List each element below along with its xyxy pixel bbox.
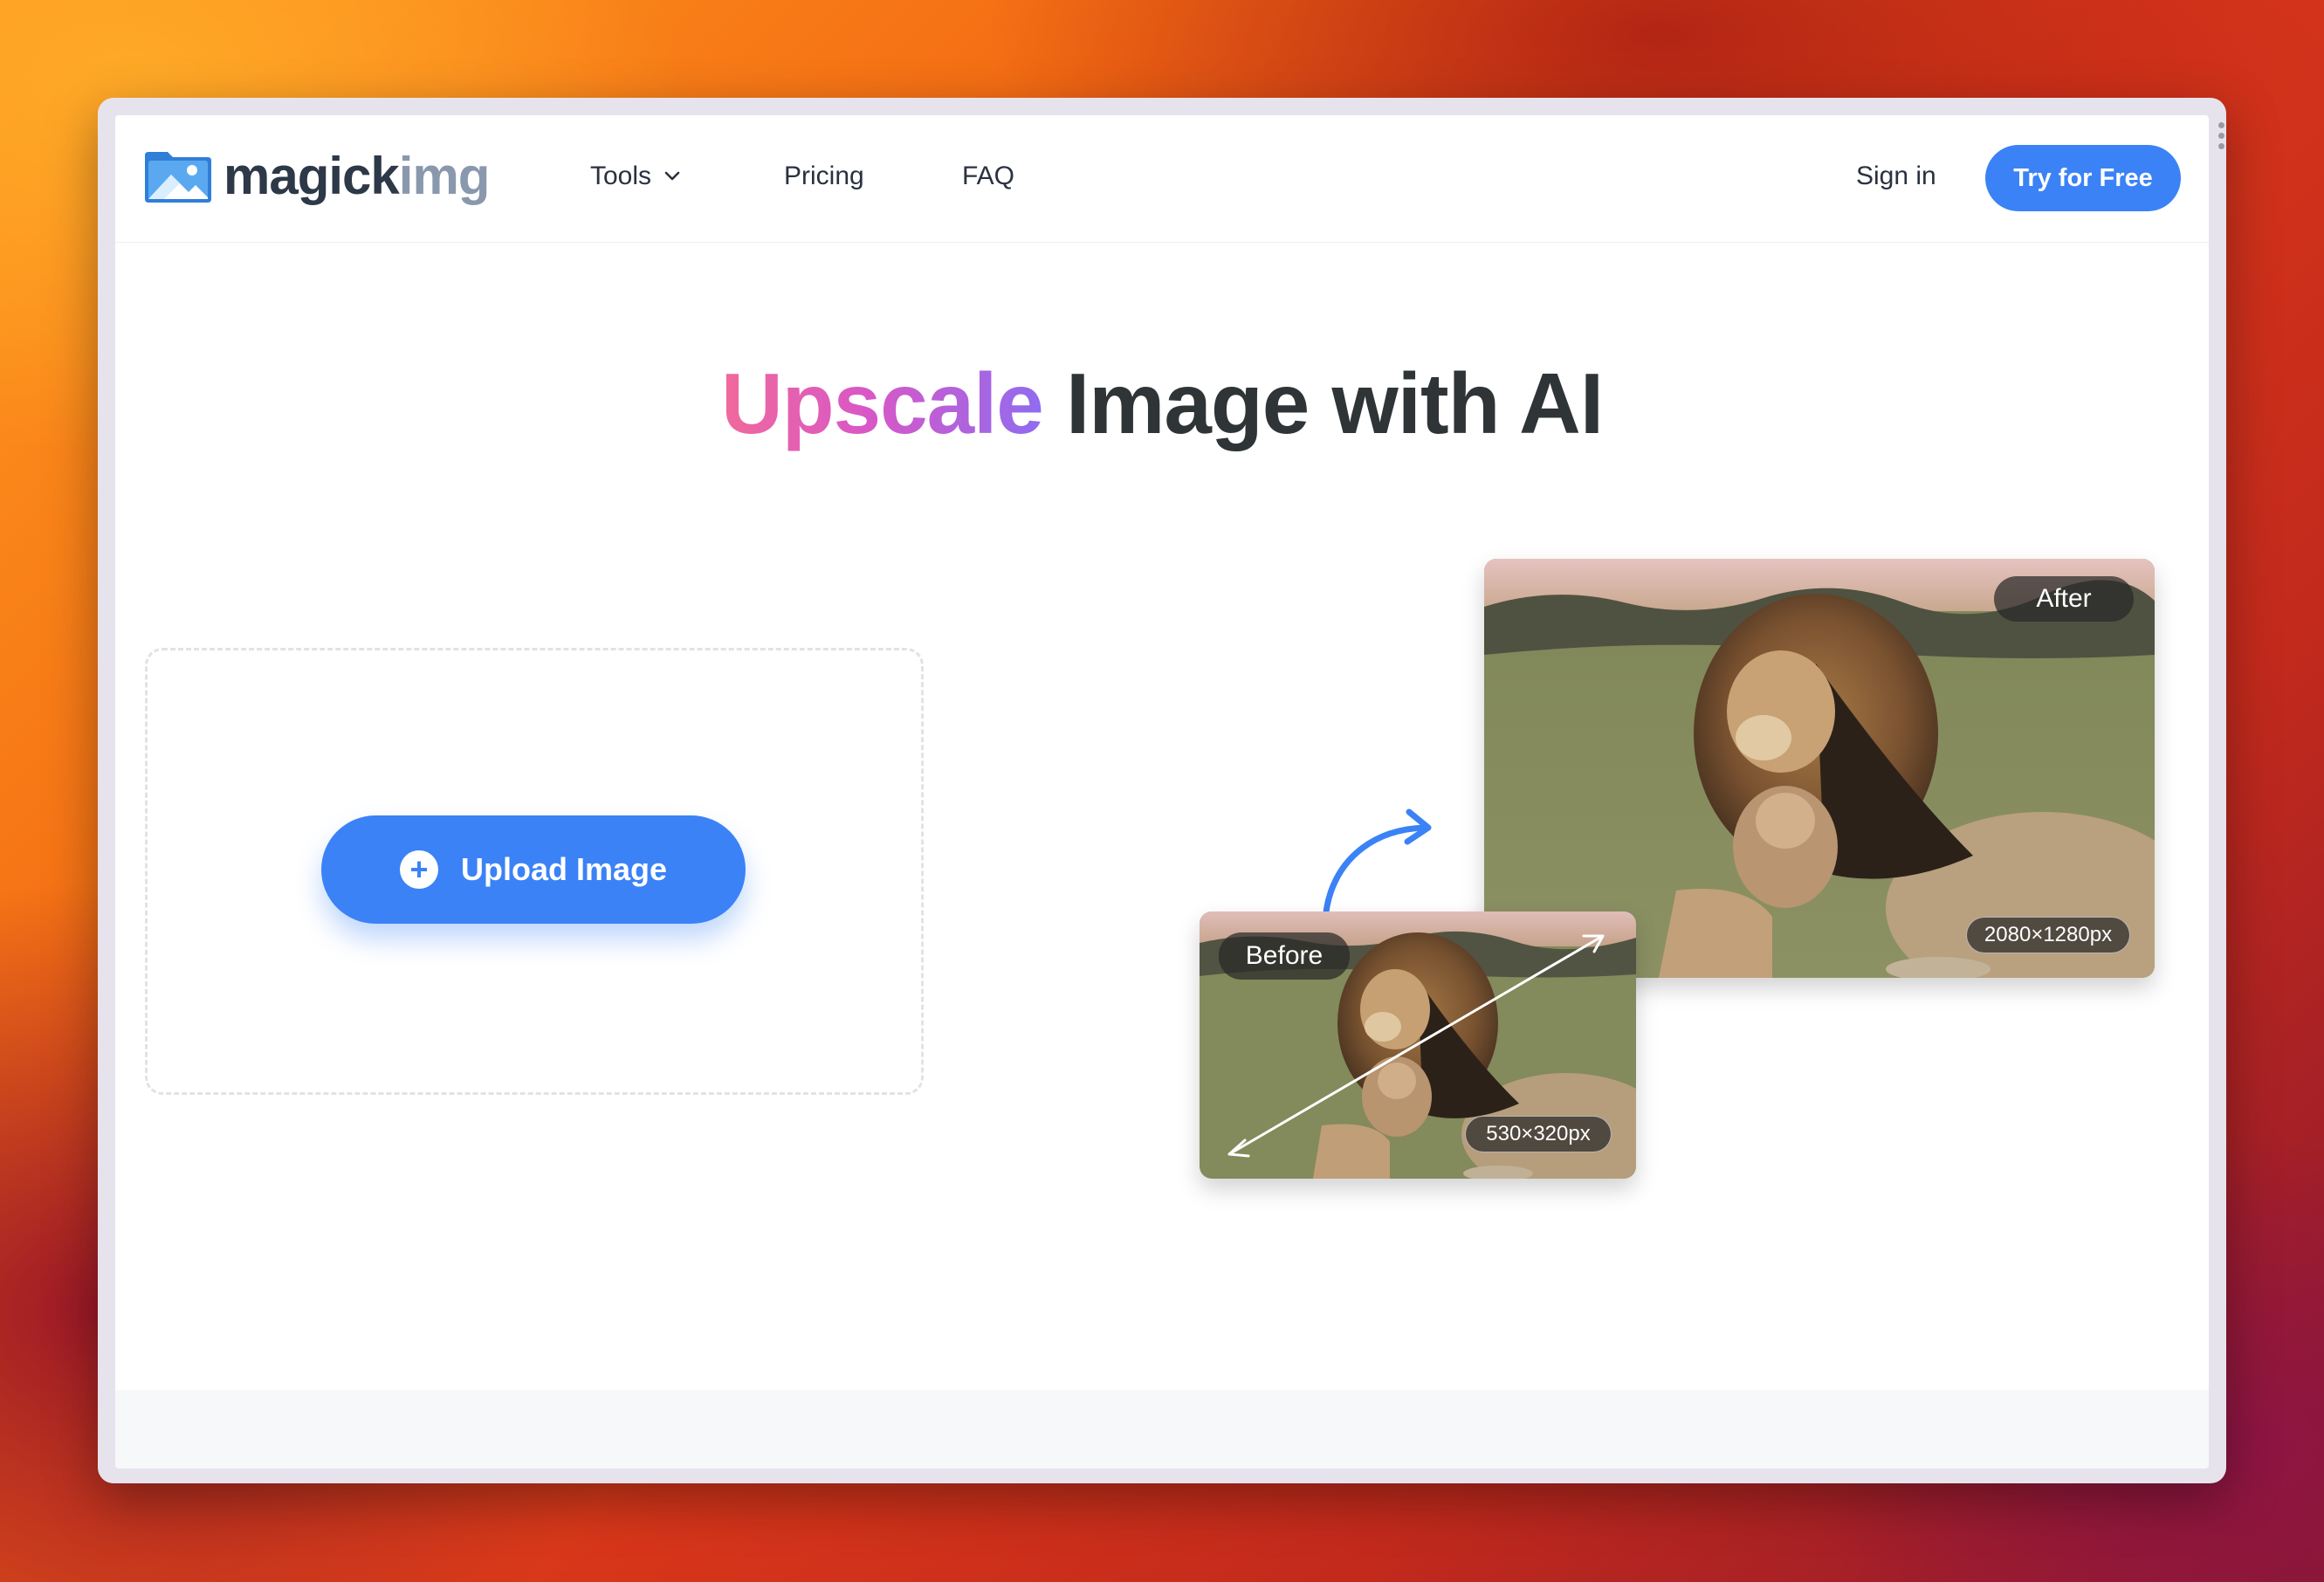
logo-text-img: img	[398, 147, 491, 205]
nav-tools-label: Tools	[590, 162, 652, 190]
after-size-badge: 2080×1280px	[1966, 917, 2130, 953]
footer-band	[115, 1390, 2209, 1469]
image-logo-icon	[145, 152, 211, 203]
top-nav: magickimg Tools Pricing FAQ Sign in Try …	[115, 115, 2209, 243]
before-image: Before 530×320px	[1200, 911, 1636, 1179]
upload-image-button[interactable]: + Upload Image	[321, 815, 746, 924]
sign-in-link[interactable]: Sign in	[1856, 159, 1936, 194]
upload-button-label: Upload Image	[460, 851, 668, 887]
nav-pricing-link[interactable]: Pricing	[784, 159, 864, 194]
before-size-badge: 530×320px	[1465, 1116, 1612, 1152]
chevron-down-icon	[664, 171, 680, 181]
browser-window: magickimg Tools Pricing FAQ Sign in Try …	[98, 98, 2226, 1483]
plus-circle-icon: +	[399, 850, 438, 889]
logo[interactable]: magickimg	[145, 147, 491, 205]
title-rest: Image with AI	[1042, 355, 1604, 451]
page-title: Upscale Image with AI	[115, 351, 2209, 456]
page: magickimg Tools Pricing FAQ Sign in Try …	[115, 115, 2209, 1469]
window-menu-dots[interactable]	[2216, 122, 2226, 149]
title-accent: Upscale	[720, 355, 1044, 451]
try-for-free-button[interactable]: Try for Free	[1985, 145, 2181, 211]
after-badge: After	[1994, 576, 2134, 622]
nav-tools-dropdown[interactable]: Tools	[590, 159, 681, 194]
nav-faq-link[interactable]: FAQ	[962, 159, 1014, 194]
logo-text-magick: magick	[223, 147, 400, 205]
before-badge: Before	[1219, 932, 1350, 980]
